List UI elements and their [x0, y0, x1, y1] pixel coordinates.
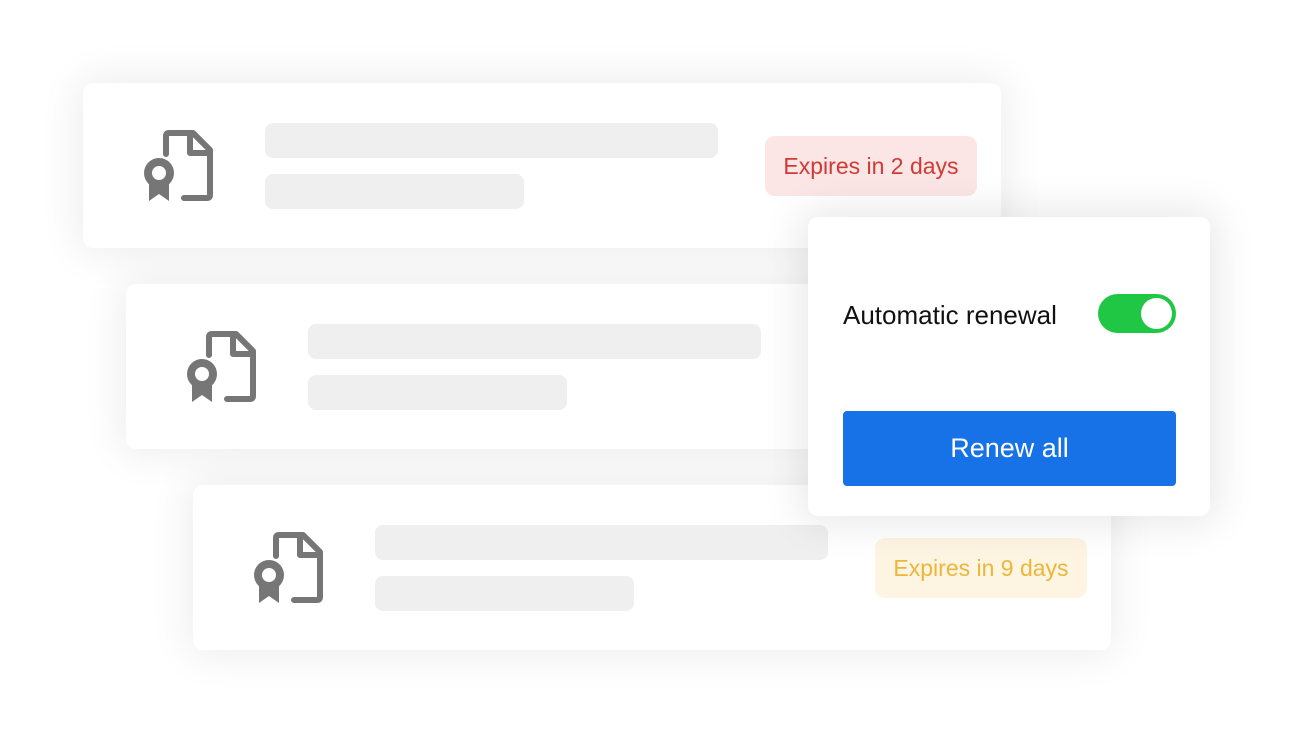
renewal-panel: Automatic renewal Renew all	[808, 217, 1210, 516]
automatic-renewal-toggle[interactable]	[1098, 294, 1176, 333]
renew-all-button[interactable]: Renew all	[843, 411, 1176, 486]
placeholder-title	[375, 525, 828, 560]
placeholder-subtitle	[375, 576, 634, 611]
expiry-badge: Expires in 9 days	[875, 538, 1087, 598]
automatic-renewal-label: Automatic renewal	[843, 300, 1057, 330]
certificate-file-icon	[254, 532, 323, 603]
placeholder-subtitle	[265, 174, 524, 209]
placeholder-subtitle	[308, 375, 567, 410]
certificate-renewal-illustration: Expires in 2 days Expires in 9 days Auto…	[0, 0, 1293, 733]
certificate-file-icon	[187, 331, 256, 402]
placeholder-title	[265, 123, 718, 158]
toggle-knob	[1141, 298, 1172, 329]
expiry-badge: Expires in 2 days	[765, 136, 977, 196]
certificate-file-icon	[144, 130, 213, 201]
placeholder-title	[308, 324, 761, 359]
